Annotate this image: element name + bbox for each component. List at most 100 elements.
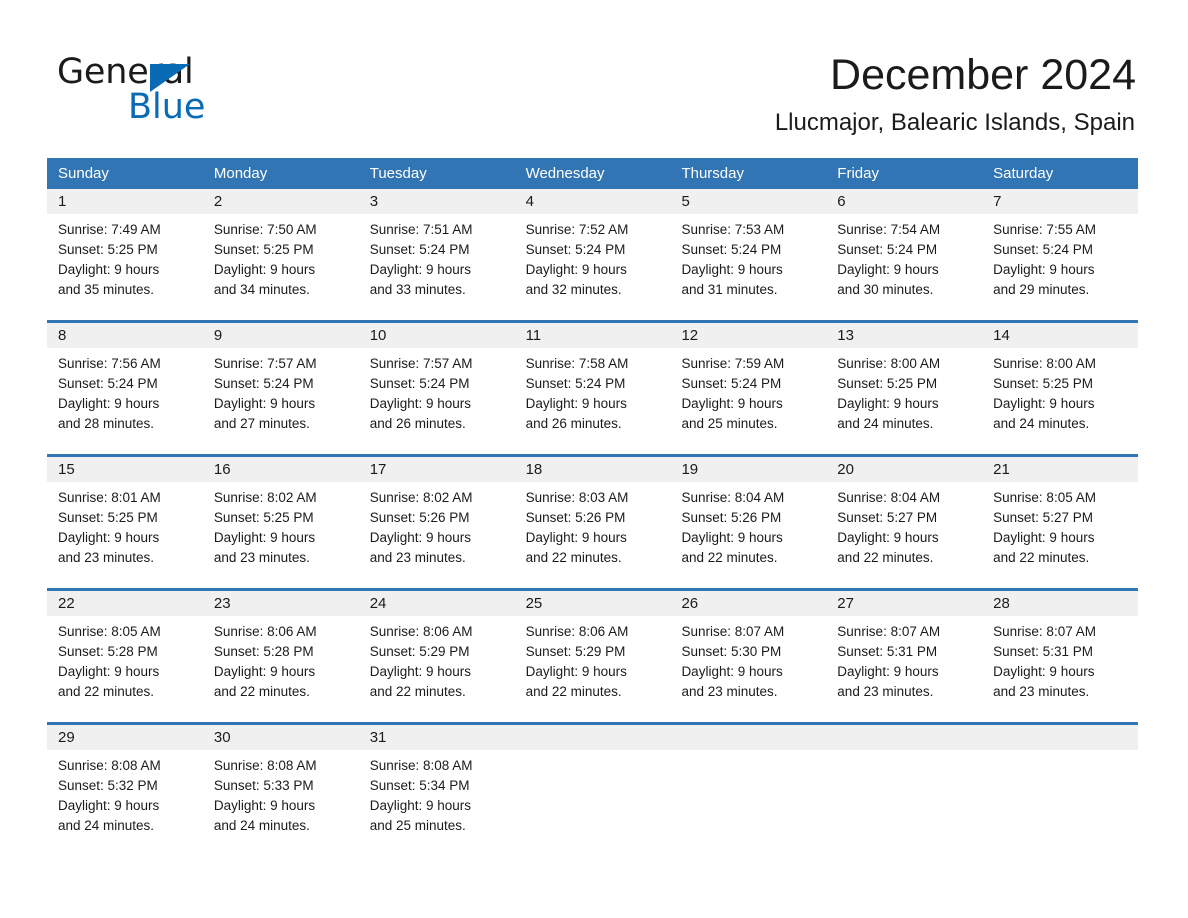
sunset-text: Sunset: 5:25 PM (58, 510, 158, 525)
sunrise-text: Sunrise: 7:58 AM (525, 356, 629, 371)
sunset-text: Sunset: 5:28 PM (58, 644, 158, 659)
day-number: 22 (47, 591, 203, 616)
daylight-text-line1: Daylight: 9 hours (369, 530, 472, 545)
sunrise-text: Sunrise: 8:07 AM (993, 624, 1096, 639)
daylight-text-line1: Daylight: 9 hours (369, 396, 472, 411)
calendar-day-cell[interactable]: 8 Sunrise: 7:56 AM Sunset: 5:24 PM Dayli… (47, 323, 203, 454)
calendar-day-cell[interactable]: 25 Sunrise: 8:06 AM Sunset: 5:29 PM Dayl… (514, 591, 671, 722)
sunset-text: Sunset: 5:25 PM (837, 376, 938, 391)
daylight-text-line1: Daylight: 9 hours (681, 396, 783, 411)
day-number: 18 (514, 457, 671, 482)
page-subtitle-location: Llucmajor, Balearic Islands, Spain (774, 109, 1135, 136)
calendar-week-row: 22 Sunrise: 8:05 AM Sunset: 5:28 PM Dayl… (47, 588, 1139, 722)
day-number: 11 (514, 323, 671, 348)
calendar-day-cell[interactable]: 3 Sunrise: 7:51 AM Sunset: 5:24 PM Dayli… (358, 189, 515, 320)
sunset-text: Sunset: 5:24 PM (525, 242, 626, 257)
day-details: Sunrise: 7:59 AM Sunset: 5:24 PM Dayligh… (670, 348, 826, 434)
calendar-day-cell[interactable]: 7 Sunrise: 7:55 AM Sunset: 5:24 PM Dayli… (982, 189, 1139, 320)
daylight-text-line1: Daylight: 9 hours (213, 262, 316, 277)
sunrise-text: Sunrise: 8:06 AM (213, 624, 317, 639)
daylight-text-line2: and 30 minutes. (837, 282, 934, 297)
calendar-day-cell[interactable]: 11 Sunrise: 7:58 AM Sunset: 5:24 PM Dayl… (514, 323, 671, 454)
day-number: 8 (47, 323, 203, 348)
day-details: Sunrise: 8:07 AM Sunset: 5:31 PM Dayligh… (982, 616, 1138, 702)
sunset-text: Sunset: 5:25 PM (213, 242, 314, 257)
calendar-day-cell[interactable]: 30 Sunrise: 8:08 AM Sunset: 5:33 PM Dayl… (202, 725, 359, 856)
day-number: 12 (670, 323, 827, 348)
sunrise-text: Sunrise: 7:55 AM (993, 222, 1096, 237)
calendar-day-cell[interactable]: 9 Sunrise: 7:57 AM Sunset: 5:24 PM Dayli… (202, 323, 359, 454)
sunset-text: Sunset: 5:24 PM (681, 376, 782, 391)
daylight-text-line1: Daylight: 9 hours (369, 664, 472, 679)
day-number: 30 (202, 725, 359, 750)
weekday-header-tuesday: Tuesday (369, 165, 427, 182)
day-number: 21 (982, 457, 1139, 482)
calendar-day-cell[interactable]: 23 Sunrise: 8:06 AM Sunset: 5:28 PM Dayl… (202, 591, 359, 722)
day-details: Sunrise: 7:53 AM Sunset: 5:24 PM Dayligh… (670, 214, 826, 300)
sunrise-text: Sunrise: 7:49 AM (58, 222, 161, 237)
day-details: Sunrise: 8:08 AM Sunset: 5:33 PM Dayligh… (203, 750, 359, 836)
daylight-text-line2: and 31 minutes. (681, 282, 778, 297)
day-details: Sunrise: 7:57 AM Sunset: 5:24 PM Dayligh… (203, 348, 359, 434)
daylight-text-line1: Daylight: 9 hours (58, 664, 160, 679)
calendar-day-cell[interactable]: 31 Sunrise: 8:08 AM Sunset: 5:34 PM Dayl… (358, 725, 515, 856)
calendar-day-cell[interactable]: 16 Sunrise: 8:02 AM Sunset: 5:25 PM Dayl… (202, 457, 359, 588)
day-details: Sunrise: 8:04 AM Sunset: 5:26 PM Dayligh… (670, 482, 826, 568)
calendar-day-cell[interactable]: 12 Sunrise: 7:59 AM Sunset: 5:24 PM Dayl… (670, 323, 827, 454)
daylight-text-line2: and 28 minutes. (58, 416, 155, 431)
daylight-text-line2: and 34 minutes. (213, 282, 310, 297)
day-details: Sunrise: 8:05 AM Sunset: 5:27 PM Dayligh… (982, 482, 1138, 568)
calendar-day-cell[interactable]: 22 Sunrise: 8:05 AM Sunset: 5:28 PM Dayl… (47, 591, 203, 722)
day-number: 14 (982, 323, 1139, 348)
weekday-header-thursday: Thursday (681, 165, 744, 182)
sunset-text: Sunset: 5:24 PM (681, 242, 782, 257)
day-number: 28 (982, 591, 1139, 616)
day-details: Sunrise: 8:05 AM Sunset: 5:28 PM Dayligh… (47, 616, 203, 702)
daylight-text-line1: Daylight: 9 hours (369, 798, 472, 813)
calendar-day-cell[interactable]: 15 Sunrise: 8:01 AM Sunset: 5:25 PM Dayl… (47, 457, 203, 588)
daylight-text-line1: Daylight: 9 hours (58, 530, 160, 545)
sunrise-text: Sunrise: 8:05 AM (993, 490, 1096, 505)
calendar-day-cell[interactable]: 4 Sunrise: 7:52 AM Sunset: 5:24 PM Dayli… (514, 189, 671, 320)
daylight-text-line1: Daylight: 9 hours (369, 262, 472, 277)
calendar-day-cell[interactable]: 29 Sunrise: 8:08 AM Sunset: 5:32 PM Dayl… (47, 725, 203, 856)
day-details (982, 750, 1138, 756)
calendar-day-cell[interactable]: 19 Sunrise: 8:04 AM Sunset: 5:26 PM Dayl… (670, 457, 827, 588)
daylight-text-line2: and 24 minutes. (993, 416, 1090, 431)
calendar-day-cell[interactable]: 2 Sunrise: 7:50 AM Sunset: 5:25 PM Dayli… (202, 189, 359, 320)
calendar-day-cell[interactable]: 18 Sunrise: 8:03 AM Sunset: 5:26 PM Dayl… (514, 457, 671, 588)
sunset-text: Sunset: 5:26 PM (525, 510, 626, 525)
sunset-text: Sunset: 5:34 PM (369, 778, 470, 793)
calendar-day-cell[interactable]: 28 Sunrise: 8:07 AM Sunset: 5:31 PM Dayl… (982, 591, 1139, 722)
daylight-text-line2: and 23 minutes. (837, 684, 934, 699)
calendar-grid: Sunday Monday Tuesday Wednesday Thursday… (47, 158, 1139, 856)
calendar-day-cell[interactable]: 24 Sunrise: 8:06 AM Sunset: 5:29 PM Dayl… (358, 591, 515, 722)
sunrise-text: Sunrise: 8:05 AM (58, 624, 161, 639)
day-details (670, 750, 826, 756)
calendar-day-cell[interactable]: 20 Sunrise: 8:04 AM Sunset: 5:27 PM Dayl… (826, 457, 983, 588)
calendar-day-cell[interactable]: 27 Sunrise: 8:07 AM Sunset: 5:31 PM Dayl… (826, 591, 983, 722)
calendar-day-cell[interactable]: 26 Sunrise: 8:07 AM Sunset: 5:30 PM Dayl… (670, 591, 827, 722)
calendar-day-cell[interactable]: 10 Sunrise: 7:57 AM Sunset: 5:24 PM Dayl… (358, 323, 515, 454)
calendar-day-cell[interactable]: 5 Sunrise: 7:53 AM Sunset: 5:24 PM Dayli… (670, 189, 827, 320)
sunrise-text: Sunrise: 8:08 AM (58, 758, 161, 773)
calendar-day-cell[interactable]: 6 Sunrise: 7:54 AM Sunset: 5:24 PM Dayli… (826, 189, 983, 320)
weekday-header-row: Sunday Monday Tuesday Wednesday Thursday… (47, 158, 1138, 189)
day-number: 1 (47, 189, 203, 214)
calendar-day-cell[interactable]: 17 Sunrise: 8:02 AM Sunset: 5:26 PM Dayl… (358, 457, 515, 588)
calendar-day-cell[interactable]: 14 Sunrise: 8:00 AM Sunset: 5:25 PM Dayl… (982, 323, 1139, 454)
daylight-text-line1: Daylight: 9 hours (213, 798, 316, 813)
calendar-day-cell[interactable]: 1 Sunrise: 7:49 AM Sunset: 5:25 PM Dayli… (47, 189, 203, 320)
sunset-text: Sunset: 5:24 PM (369, 242, 470, 257)
calendar-day-cell[interactable]: 21 Sunrise: 8:05 AM Sunset: 5:27 PM Dayl… (982, 457, 1139, 588)
day-details: Sunrise: 8:06 AM Sunset: 5:28 PM Dayligh… (203, 616, 359, 702)
sunrise-text: Sunrise: 8:07 AM (837, 624, 941, 639)
calendar-week-row: 1 Sunrise: 7:49 AM Sunset: 5:25 PM Dayli… (47, 189, 1139, 320)
daylight-text-line2: and 27 minutes. (213, 416, 310, 431)
day-details: Sunrise: 8:08 AM Sunset: 5:32 PM Dayligh… (47, 750, 203, 836)
daylight-text-line1: Daylight: 9 hours (681, 664, 783, 679)
calendar-day-cell[interactable]: 13 Sunrise: 8:00 AM Sunset: 5:25 PM Dayl… (826, 323, 983, 454)
daylight-text-line2: and 22 minutes. (837, 550, 934, 565)
sunrise-text: Sunrise: 8:03 AM (525, 490, 629, 505)
sunset-text: Sunset: 5:29 PM (525, 644, 626, 659)
